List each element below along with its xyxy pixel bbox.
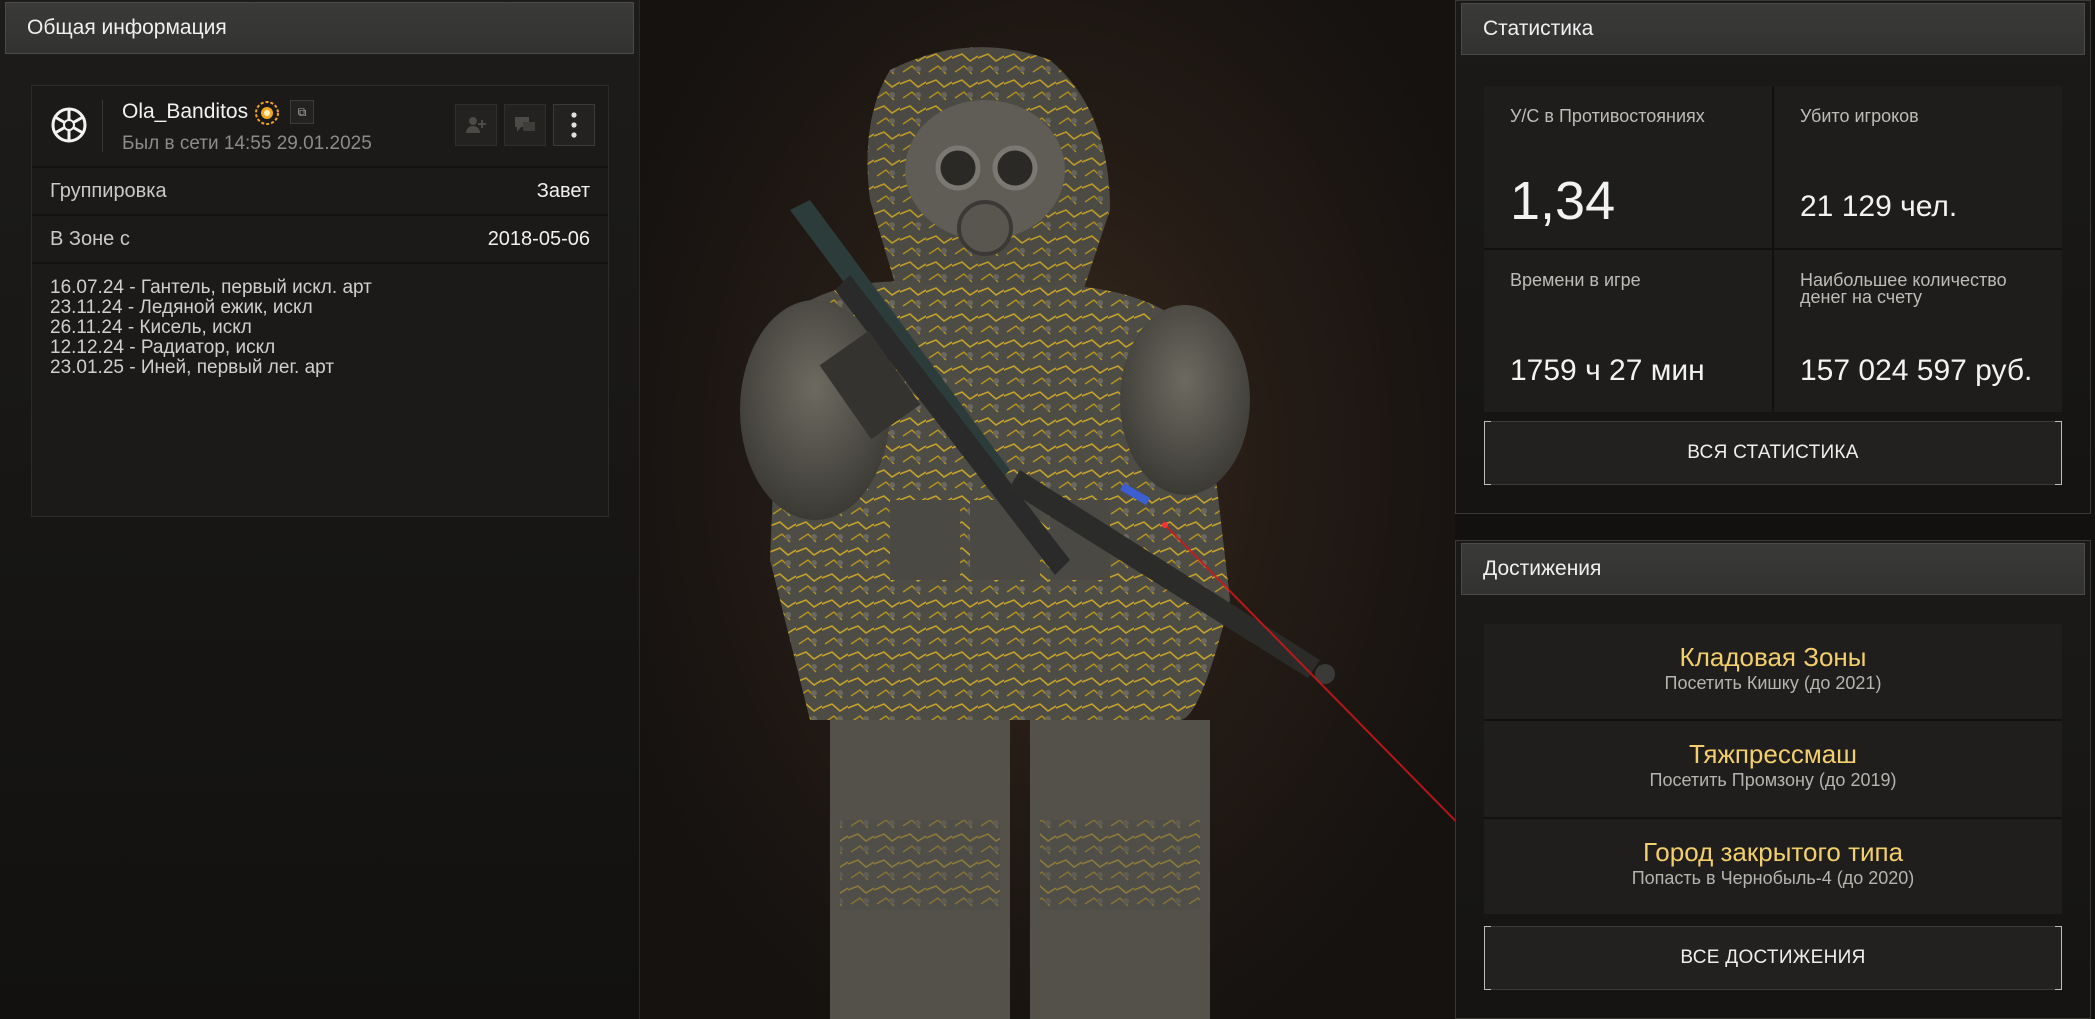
zone-since-value: 2018-05-06 [487,228,590,250]
achievements-header: Достижения [1461,543,2085,595]
player-notes: 16.07.24 - Гантель, первый искл. арт 23.… [32,264,608,392]
stat-kills-label: Убито игроков [1800,106,1919,126]
achievement-item[interactable]: Город закрытого типа Попасть в Чернобыль… [1484,818,2062,914]
stats-grid: У/С в Противостояниях 1,34 Убито игроков… [1484,86,2062,412]
last-seen-status: Был в сети 14:55 29.01.2025 [122,133,372,154]
stat-kd-label: У/С в Противостояниях [1510,106,1705,126]
note-line: 23.01.25 - Иней, первый лег. арт [50,357,335,378]
stat-max-money: Наибольшее количество денег на счету 157… [1774,250,2062,412]
achievement-desc: Посетить Кишку (до 2021) [1664,673,1882,693]
achievement-item[interactable]: Тяжпрессмаш Посетить Промзону (до 2019) [1484,721,2062,817]
achievement-title: Кладовая Зоны [1679,642,1867,672]
achievement-item[interactable]: Кладовая Зоны Посетить Кишку (до 2021) [1484,624,2062,720]
zone-since-label: В Зоне с [50,228,130,250]
achievements-list: Кладовая Зоны Посетить Кишку (до 2021) Т… [1484,624,2062,914]
rank-badge-icon [255,101,279,125]
profile-separator [102,100,103,152]
achievement-desc: Посетить Промзону (до 2019) [1649,770,1897,791]
add-friend-button[interactable] [455,104,497,146]
statistics-panel: Статистика У/С в Противостояниях 1,34 Уб… [1455,0,2091,514]
message-icon [515,117,535,132]
faction-row: Группировка Завет [32,168,608,216]
player-info-card: Ola_Banditos ⧉ Был в сети 14:55 29.01.20… [31,85,609,517]
achievement-title: Тяжпрессмаш [1688,739,1858,770]
general-info-panel: Общая информация Ola_Banditos ⧉ Был в се… [0,0,640,1019]
faction-label: Группировка [50,180,167,202]
stat-kills-value: 21 129 чел. [1800,190,1958,223]
note-line: 12.12.24 - Радиатор, искл [50,337,276,358]
copy-icon[interactable]: ⧉ [290,100,314,124]
faction-value: Завет [536,180,590,202]
character-view[interactable] [640,0,1455,1019]
all-statistics-button[interactable]: ВСЯ СТАТИСТИКА [1484,421,2062,485]
achievement-desc: Попасть в Чернобыль-4 (до 2020) [1631,867,1915,888]
character-model [740,47,1455,1019]
all-achievements-button[interactable]: ВСЕ ДОСТИЖЕНИЯ [1484,926,2062,990]
stat-playtime: Времени в игре 1759 ч 27 мин [1484,250,1772,412]
add-friend-icon [466,117,486,133]
player-nickname[interactable]: Ola_Banditos [122,100,248,124]
statistics-header: Статистика [1461,3,2085,55]
stat-max-money-label: Наибольшее количество денег на счету [1800,270,2007,307]
clan-emblem-icon [51,107,87,143]
more-menu-button[interactable] [553,104,595,146]
general-info-header: Общая информация [5,2,634,54]
note-line: 26.11.24 - Кисель, искл [50,317,252,338]
stat-kills: Убито игроков 21 129 чел. [1774,86,2062,248]
stat-playtime-label: Времени в игре [1510,270,1641,290]
stat-kd: У/С в Противостояниях 1,34 [1484,86,1772,248]
achievements-panel: Достижения Кладовая Зоны Посетить Кишку … [1455,540,2091,1019]
message-button[interactable] [504,104,546,146]
stat-kd-value: 1,34 [1510,171,1616,231]
zone-since-row: В Зоне с 2018-05-06 [32,216,608,264]
stat-max-money-value: 157 024 597 руб. [1800,354,2033,387]
note-line: 16.07.24 - Гантель, первый искл. арт [50,277,372,298]
more-menu-icon [571,112,577,138]
achievement-title: Город закрытого типа [1642,836,1904,867]
note-line: 23.11.24 - Ледяной ежик, искл [50,297,313,318]
stat-playtime-value: 1759 ч 27 мин [1510,354,1705,387]
player-profile: Ola_Banditos ⧉ Был в сети 14:55 29.01.20… [32,86,608,168]
